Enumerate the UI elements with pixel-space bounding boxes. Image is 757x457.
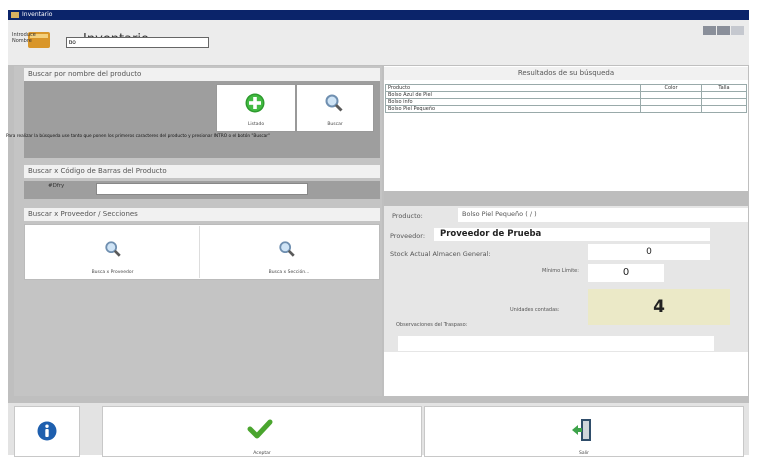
name-search-title: Buscar por nombre del producto — [24, 68, 380, 81]
column-header[interactable]: Talla — [701, 84, 747, 92]
magnifier-icon — [279, 241, 295, 257]
table-cell: Bolso Azul de Piel — [385, 91, 641, 99]
table-cell: Bolso info — [385, 98, 641, 106]
results-divider — [384, 191, 748, 206]
units-counted-value: 4 — [588, 289, 730, 325]
table-cell — [640, 98, 702, 106]
info-button[interactable] — [14, 406, 80, 457]
table-cell — [701, 91, 747, 99]
table-cell: Bolso Piel Pequeño — [385, 105, 641, 113]
accept-label: Aceptar — [253, 451, 271, 456]
accept-button[interactable]: Aceptar — [102, 406, 422, 457]
barcode-title: Buscar x Código de Barras del Producto — [24, 165, 380, 178]
window-caption: Inventario — [22, 11, 53, 18]
results-table: Producto Color Talla Bolso Azul de Piel … — [385, 84, 747, 113]
add-icon — [245, 93, 265, 113]
window-titlebar: Inventario — [8, 10, 749, 20]
provider-title: Buscar x Proveedor / Secciones — [24, 208, 380, 221]
list-button-label: Listado — [247, 122, 265, 127]
checkmark-icon — [247, 419, 273, 439]
magnifier-icon — [105, 241, 121, 257]
maximize-button[interactable] — [717, 26, 730, 35]
provider-search-label: Busca x Proveedor — [91, 270, 134, 275]
info-icon — [37, 421, 57, 441]
product-value: Bolso Piel Pequeño ( / ) — [462, 210, 537, 218]
table-row[interactable]: Bolso Azul de Piel — [385, 91, 747, 99]
table-cell — [701, 98, 747, 106]
provider-value: Proveedor de Prueba — [440, 229, 542, 239]
stock-value[interactable]: 0 — [588, 244, 710, 260]
search-button[interactable]: Buscar — [296, 84, 374, 132]
notes-input[interactable] — [398, 336, 714, 351]
table-row[interactable]: Bolso Piel Pequeño — [385, 105, 747, 113]
table-cell — [640, 91, 702, 99]
results-title: Resultados de su búsqueda — [384, 67, 748, 80]
table-cell — [701, 105, 747, 113]
notes-label: Observaciones del Traspaso: — [396, 322, 468, 328]
list-button[interactable]: Listado — [216, 84, 296, 132]
stock-label: Stock Actual Almacen General: — [390, 250, 491, 258]
exit-label: Salir — [579, 451, 589, 456]
units-label: Unidades contadas: — [510, 307, 560, 313]
exit-door-icon — [572, 419, 591, 441]
search-button-label: Buscar — [327, 122, 343, 127]
table-cell — [640, 105, 702, 113]
column-header[interactable]: Producto — [385, 84, 641, 92]
close-button[interactable] — [731, 26, 744, 35]
results-header-row: Producto Color Talla — [385, 84, 747, 92]
exit-button[interactable]: Salir — [424, 406, 744, 457]
section-search-button[interactable]: Busca x Sección... — [200, 226, 378, 278]
search-hint: Para realizar la búsqueda use tanto que … — [6, 134, 271, 139]
magnifier-icon — [325, 94, 343, 112]
provider-label: Proveedor: — [390, 232, 426, 240]
last-label: Mínimo Límite: — [542, 268, 579, 274]
provider-search-button[interactable]: Busca x Proveedor — [26, 226, 200, 278]
barcode-label: #Dfry — [48, 183, 65, 189]
column-header[interactable]: Color — [640, 84, 702, 92]
minimize-button[interactable] — [703, 26, 716, 35]
name-search-input[interactable] — [66, 37, 209, 48]
last-value[interactable]: 0 — [588, 264, 664, 282]
table-row[interactable]: Bolso info — [385, 98, 747, 106]
section-search-label: Busca x Sección... — [268, 270, 310, 275]
product-label: Producto: — [392, 212, 423, 220]
name-search-label: Introduce Nombre — [12, 32, 36, 44]
window-app-icon — [11, 12, 19, 18]
barcode-input[interactable] — [96, 183, 308, 195]
